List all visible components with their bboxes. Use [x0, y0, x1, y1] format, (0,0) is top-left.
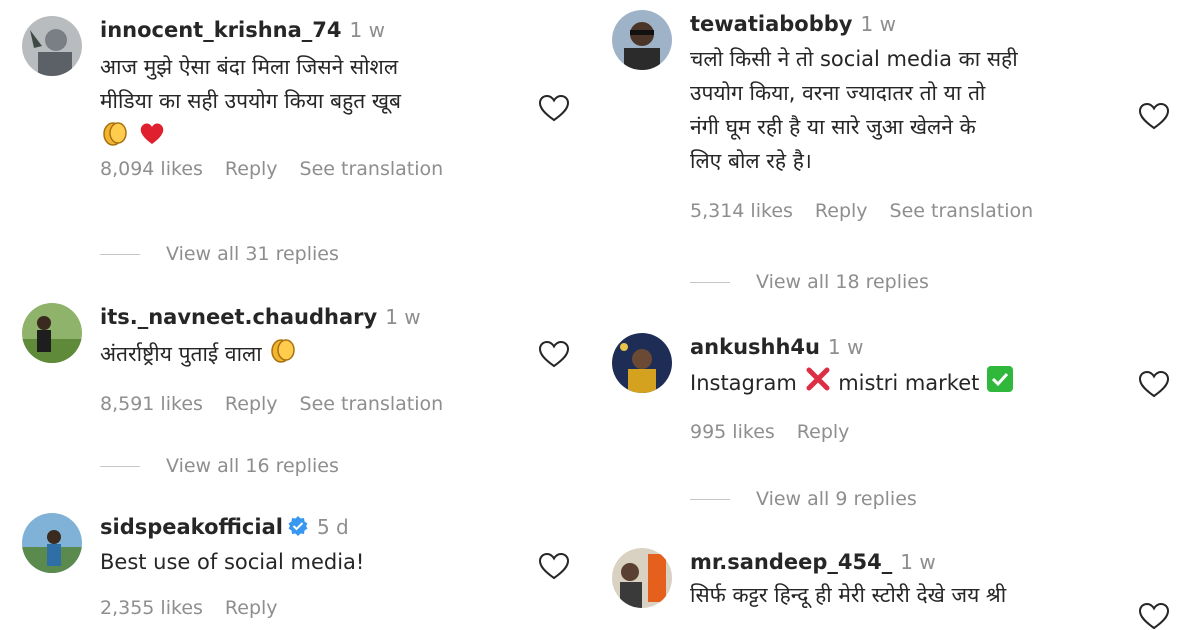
- comment-text-part: mistri market: [838, 371, 980, 395]
- replies-divider: [100, 466, 140, 467]
- heart-outline-icon[interactable]: [1138, 370, 1170, 398]
- comment-time: 5 d: [316, 515, 349, 539]
- comment-header: its._navneet.chaudhary 1 w: [100, 303, 465, 331]
- comment-header: tewatiabobby 1 w: [690, 10, 1055, 38]
- comment-header: mr.sandeep_454_ 1 w: [690, 548, 1006, 576]
- avatar[interactable]: [612, 548, 672, 608]
- comment-body: tewatiabobby 1 w चलो किसी ने तो social me…: [690, 10, 1055, 224]
- check-mark-button-emoji: [986, 365, 1014, 403]
- comment-text-line: लिए बोल रहे है।: [690, 149, 812, 173]
- comment-time: 1 w: [900, 550, 936, 574]
- avatar[interactable]: [22, 16, 82, 76]
- comment-body: mr.sandeep_454_ 1 w सिर्फ कट्टर हिन्दू ही…: [690, 548, 1006, 612]
- avatar[interactable]: [612, 333, 672, 393]
- view-replies-label[interactable]: View all 9 replies: [756, 488, 917, 510]
- clapping-hands-emoji: [268, 335, 298, 375]
- comment-body: sidspeakofficial 5 d Best use of social m…: [100, 513, 364, 621]
- view-replies-label[interactable]: View all 16 replies: [166, 455, 339, 477]
- username-link[interactable]: tewatiabobby: [690, 12, 852, 36]
- reply-button[interactable]: Reply: [815, 200, 868, 222]
- comment-text-line: अंतर्राष्ट्रीय पुताई वाला: [100, 342, 262, 366]
- comment-meta: 8,591 likes Reply See translation: [100, 391, 465, 417]
- comment-time: 1 w: [828, 335, 864, 359]
- comment-meta: 8,094 likes Reply See translation: [100, 156, 465, 182]
- comment-text: चलो किसी ने तो social media का सही उपयोग…: [690, 42, 1055, 178]
- view-replies[interactable]: View all 31 replies: [100, 241, 339, 267]
- like-count[interactable]: 2,355 likes: [100, 597, 203, 619]
- comment-text-line: Best use of social media!: [100, 550, 365, 574]
- verified-badge-icon: [287, 515, 309, 546]
- comment-emoji-line: [100, 118, 465, 152]
- view-replies[interactable]: View all 9 replies: [690, 486, 917, 512]
- clapping-hands-emoji: [100, 118, 130, 158]
- reply-button[interactable]: Reply: [797, 421, 850, 443]
- like-count[interactable]: 5,314 likes: [690, 200, 793, 222]
- comment-text-line: नंगी घूम रही है या सारे जुआ खेलने के: [690, 115, 976, 139]
- comment-text: Best use of social media!: [100, 545, 364, 579]
- username-link[interactable]: innocent_krishna_74: [100, 18, 342, 42]
- like-count[interactable]: 8,591 likes: [100, 393, 203, 415]
- cross-mark-emoji: [804, 365, 832, 403]
- comment-time: 1 w: [860, 12, 896, 36]
- comment-text: Instagram mistri market: [690, 365, 1014, 403]
- comment-text-line: सिर्फ कट्टर हिन्दू ही मेरी स्टोरी देखे ज…: [690, 583, 1007, 607]
- replies-divider: [690, 499, 730, 500]
- comment-meta: 2,355 likes Reply: [100, 595, 364, 621]
- comment-body: its._navneet.chaudhary 1 w अंतर्राष्ट्रीय…: [100, 303, 465, 417]
- username-link[interactable]: its._navneet.chaudhary: [100, 305, 377, 329]
- comment-text: आज मुझे ऐसा बंदा मिला जिसने सोशल मीडिया …: [100, 50, 465, 152]
- avatar[interactable]: [612, 10, 672, 70]
- comment-meta: 995 likes Reply: [690, 419, 1014, 445]
- view-replies[interactable]: View all 16 replies: [100, 453, 339, 479]
- comment-meta: 5,314 likes Reply See translation: [690, 198, 1055, 224]
- red-heart-emoji: [137, 118, 167, 158]
- heart-outline-icon[interactable]: [538, 94, 570, 122]
- username-link[interactable]: sidspeakofficial: [100, 515, 283, 539]
- comment-header: ankushh4u 1 w: [690, 333, 1014, 361]
- heart-outline-icon[interactable]: [1138, 602, 1170, 630]
- username-link[interactable]: mr.sandeep_454_: [690, 550, 892, 574]
- comment-text: सिर्फ कट्टर हिन्दू ही मेरी स्टोरी देखे ज…: [690, 578, 1006, 612]
- comment-time: 1 w: [349, 18, 385, 42]
- avatar[interactable]: [22, 513, 82, 573]
- comment-text-line: मीडिया का सही उपयोग किया बहुत खूब: [100, 89, 402, 113]
- reply-button[interactable]: Reply: [225, 597, 278, 619]
- see-translation-button[interactable]: See translation: [890, 200, 1034, 222]
- comment-body: innocent_krishna_74 1 w आज मुझे ऐसा बंदा …: [100, 16, 465, 182]
- view-replies-label[interactable]: View all 31 replies: [166, 243, 339, 265]
- comment-text-line: उपयोग किया, वरना ज्यादातर तो या तो: [690, 81, 986, 105]
- comment-text-line: आज मुझे ऐसा बंदा मिला जिसने सोशल: [100, 55, 399, 79]
- like-count[interactable]: 995 likes: [690, 421, 775, 443]
- username-link[interactable]: ankushh4u: [690, 335, 820, 359]
- heart-outline-icon[interactable]: [1138, 102, 1170, 130]
- comment-time: 1 w: [385, 305, 421, 329]
- heart-outline-icon[interactable]: [538, 552, 570, 580]
- comment-text: अंतर्राष्ट्रीय पुताई वाला: [100, 335, 465, 375]
- heart-outline-icon[interactable]: [538, 340, 570, 368]
- see-translation-button[interactable]: See translation: [300, 393, 444, 415]
- replies-divider: [690, 282, 730, 283]
- avatar[interactable]: [22, 303, 82, 363]
- see-translation-button[interactable]: See translation: [300, 158, 444, 180]
- comment-text-line: चलो किसी ने तो social media का सही: [690, 47, 1018, 71]
- replies-divider: [100, 254, 140, 255]
- comment-body: ankushh4u 1 w Instagram mistri market 995…: [690, 333, 1014, 445]
- like-count[interactable]: 8,094 likes: [100, 158, 203, 180]
- view-replies-label[interactable]: View all 18 replies: [756, 271, 929, 293]
- view-replies[interactable]: View all 18 replies: [690, 269, 929, 295]
- reply-button[interactable]: Reply: [225, 158, 278, 180]
- comment-header: innocent_krishna_74 1 w: [100, 16, 465, 44]
- comment-header: sidspeakofficial 5 d: [100, 513, 364, 541]
- reply-button[interactable]: Reply: [225, 393, 278, 415]
- comment-text-part: Instagram: [690, 371, 797, 395]
